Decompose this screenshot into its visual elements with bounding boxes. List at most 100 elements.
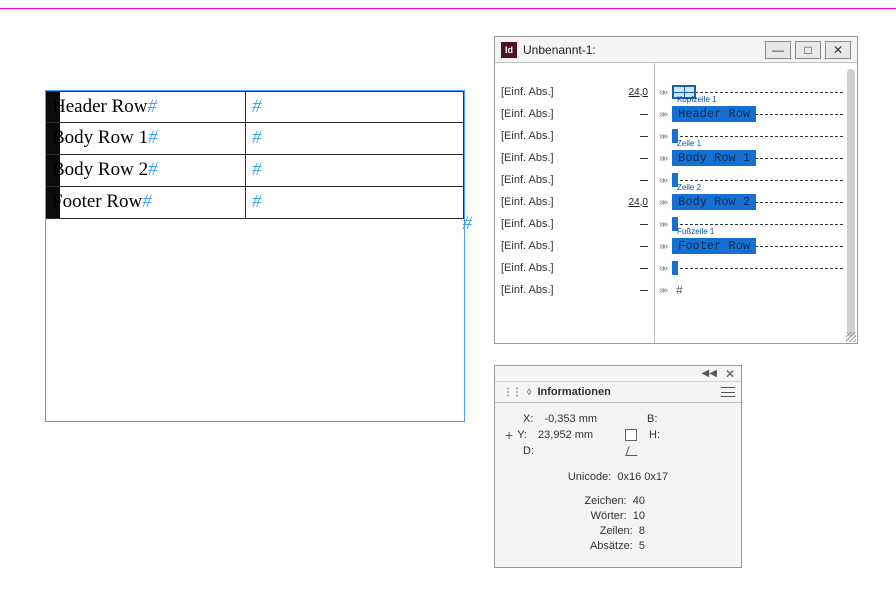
close-icon[interactable]: ✕ — [725, 367, 735, 381]
close-button[interactable]: ✕ — [825, 41, 851, 59]
chevron-icon: »» — [659, 131, 666, 142]
depth-measure: 24,0 — [629, 87, 648, 98]
story-end-marker: # — [676, 283, 683, 297]
story-end-marker: # — [463, 213, 473, 235]
para-style-name: [Einf. Abs.] — [501, 262, 554, 274]
chevron-icon: »» — [659, 175, 666, 186]
table-row[interactable]: Header Row# # — [46, 91, 464, 123]
table-row[interactable]: Body Row 2# # — [46, 155, 464, 187]
paras-value: 5 — [639, 540, 645, 552]
table-cell[interactable]: # — [246, 155, 464, 186]
story-editor-window[interactable]: Id Unbenannt-1: — □ ✕ [Einf. Abs.] 24,0 [… — [494, 36, 858, 344]
x-value: -0,353 mm — [544, 413, 597, 425]
chevron-icon: »» — [659, 197, 666, 208]
row-divider — [675, 224, 843, 225]
table-cell[interactable]: Footer Row# — [46, 187, 246, 218]
dash-icon — [640, 224, 648, 225]
panel-tab[interactable]: ⋮⋮ ◊ Informationen — [495, 382, 741, 403]
row-label: Zeile 1 — [677, 139, 701, 148]
d-label: D: — [523, 445, 534, 457]
para-style-name: [Einf. Abs.] — [501, 108, 554, 120]
table-cell[interactable]: Body Row 1# — [46, 123, 246, 154]
chevron-icon: »» — [659, 219, 666, 230]
info-panel[interactable]: ◀◀ ✕ ⋮⋮ ◊ Informationen X: -0,353 mm +Y:… — [494, 365, 742, 568]
hidden-char: # — [148, 159, 158, 180]
panel-menu-icon[interactable] — [721, 387, 735, 397]
row-label: Kopfzeile 1 — [677, 95, 717, 104]
lines-label: Zeilen: — [600, 525, 633, 537]
app-icon: Id — [501, 42, 517, 58]
b-label: B: — [647, 413, 657, 425]
row-divider — [675, 136, 843, 137]
cell-text[interactable]: Body Row 1# — [52, 127, 158, 148]
table-cell[interactable]: # — [246, 92, 464, 122]
table-row[interactable]: Body Row 1# # — [46, 123, 464, 155]
panel-body: X: -0,353 mm +Y: 23,952 mm D: B: H: Unic… — [495, 403, 741, 567]
dash-icon — [640, 136, 648, 137]
window-titlebar[interactable]: Id Unbenannt-1: — □ ✕ — [495, 37, 857, 63]
dash-icon — [640, 268, 648, 269]
story-text-column[interactable]: »» »» Kopfzeile 1 Header Row »» »» Zeile 1 B… — [655, 63, 857, 343]
empty-cell-marker[interactable] — [672, 261, 678, 275]
para-style-name: [Einf. Abs.] — [501, 130, 554, 142]
row-label: Zeile 2 — [677, 183, 701, 192]
cell-text[interactable]: Header Row# — [52, 96, 157, 117]
chevron-icon: »» — [659, 109, 666, 120]
hidden-char: # — [252, 191, 262, 212]
dash-icon — [640, 158, 648, 159]
angle-icon — [625, 446, 641, 456]
document-table[interactable]: Header Row# # Body Row 1# # Body Row 2# … — [46, 91, 464, 219]
lines-value: 8 — [639, 525, 645, 537]
cell-text[interactable]: Body Row 2# — [52, 159, 158, 180]
table-cell[interactable]: Body Row 2# — [46, 155, 246, 186]
table-cell[interactable]: # — [246, 187, 464, 218]
dash-icon — [640, 290, 648, 291]
table-cell[interactable]: Header Row# — [46, 92, 246, 122]
expand-icon[interactable]: ◊ — [527, 387, 531, 397]
maximize-button[interactable]: □ — [795, 41, 821, 59]
minimize-button[interactable]: — — [765, 41, 791, 59]
chevron-icon: »» — [659, 153, 666, 164]
dash-icon — [640, 246, 648, 247]
y-value: 23,952 mm — [538, 429, 593, 441]
words-label: Wörter: — [591, 510, 627, 522]
chevron-icon: »» — [659, 285, 666, 296]
story-text[interactable]: Header Row — [672, 106, 756, 122]
unicode-label: Unicode: — [568, 471, 611, 483]
resize-grip[interactable] — [846, 332, 856, 342]
grip-icon[interactable]: ⋮⋮ — [503, 387, 521, 398]
table-row[interactable]: Footer Row# # — [46, 187, 464, 219]
dash-icon — [640, 114, 648, 115]
chars-value: 40 — [633, 495, 645, 507]
hidden-char: # — [148, 96, 158, 117]
para-style-name: [Einf. Abs.] — [501, 196, 554, 208]
table-cell[interactable]: # — [246, 123, 464, 154]
para-style-name: [Einf. Abs.] — [501, 284, 554, 296]
depth-measure: 24,0 — [629, 197, 648, 208]
words-value: 10 — [633, 510, 645, 522]
scrollbar[interactable] — [847, 69, 855, 337]
cell-text[interactable]: Footer Row# — [52, 191, 152, 212]
chevron-icon: »» — [659, 263, 666, 274]
chevron-icon: »» — [659, 87, 666, 98]
row-divider — [675, 92, 843, 93]
story-text[interactable]: Body Row 1 — [672, 150, 756, 166]
collapse-icon[interactable]: ◀◀ — [702, 368, 717, 379]
text-frame[interactable]: Header Row# # Body Row 1# # Body Row 2# … — [45, 90, 465, 422]
hidden-char: # — [252, 159, 262, 180]
h-label: H: — [649, 429, 660, 441]
story-text[interactable]: Footer Row — [672, 238, 756, 254]
hidden-char: # — [142, 191, 152, 212]
story-style-column: [Einf. Abs.] 24,0 [Einf. Abs.] [Einf. Abs… — [495, 63, 655, 343]
row-divider — [675, 180, 843, 181]
chars-label: Zeichen: — [584, 495, 626, 507]
paras-label: Absätze: — [590, 540, 633, 552]
guide-line — [0, 8, 896, 9]
x-label: X: — [523, 413, 533, 425]
story-text[interactable]: Body Row 2 — [672, 194, 756, 210]
hidden-char: # — [252, 127, 262, 148]
para-style-name: [Einf. Abs.] — [501, 174, 554, 186]
crosshair-icon: + — [505, 427, 513, 443]
panel-header-bar[interactable]: ◀◀ ✕ — [495, 366, 741, 382]
unicode-value: 0x16 0x17 — [617, 471, 668, 483]
